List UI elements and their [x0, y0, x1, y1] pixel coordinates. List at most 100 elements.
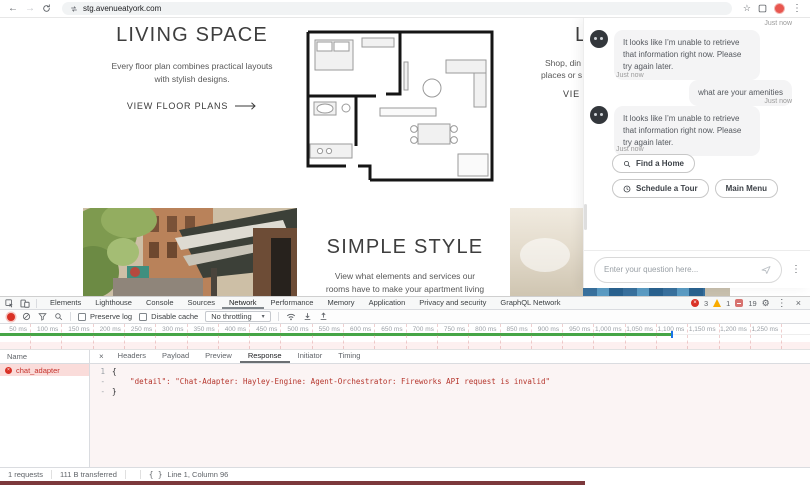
detail-tab-response[interactable]: Response — [240, 350, 290, 363]
right-section-link-fragment[interactable]: VIE — [563, 89, 580, 99]
detail-tab-initiator[interactable]: Initiator — [290, 350, 331, 363]
view-floor-plans-label: VIEW FLOOR PLANS — [127, 101, 228, 111]
import-har-icon[interactable] — [303, 312, 312, 321]
timeline-tick-label: 1,200 ms — [720, 326, 747, 333]
devtools-tab-memory[interactable]: Memory — [320, 297, 361, 309]
simple-style-section: SIMPLE STYLE View what elements and serv… — [298, 236, 512, 296]
find-a-home-button[interactable]: Find a Home — [612, 154, 695, 173]
timeline-tick-label: 550 ms — [319, 326, 340, 333]
browser-menu-icon[interactable]: ⋮ — [792, 4, 802, 14]
devtools-settings-icon[interactable]: ⚙ — [762, 299, 770, 308]
line-content: } — [112, 387, 117, 397]
detail-tab-preview[interactable]: Preview — [197, 350, 240, 363]
view-floor-plans-link[interactable]: VIEW FLOOR PLANS — [127, 101, 257, 111]
simple-style-title: SIMPLE STYLE — [298, 236, 512, 259]
timeline-tick-label: 100 ms — [37, 326, 58, 333]
throttling-select[interactable]: No throttling ▾ — [205, 311, 270, 322]
disable-cache-checkbox[interactable]: Disable cache — [139, 312, 198, 321]
disable-cache-label: Disable cache — [151, 312, 198, 321]
detail-tab-payload[interactable]: Payload — [154, 350, 197, 363]
response-line: 1{ — [90, 367, 810, 377]
timeline-gridline — [437, 324, 438, 349]
devtools-tab-lighthouse[interactable]: Lighthouse — [88, 297, 139, 309]
browser-toolbar: ← → stg.avenueatyork.com ☆ ⋮ — [0, 0, 810, 18]
chat-scrollbar[interactable] — [584, 204, 587, 230]
checkbox-box[interactable] — [139, 313, 147, 321]
chat-message-list[interactable]: Just now It looks like I’m unable to ret… — [584, 18, 810, 250]
timeline-gridline — [468, 324, 469, 349]
chat-timestamp: Just now — [764, 98, 792, 105]
chat-widget: Just now It looks like I’m unable to ret… — [583, 18, 810, 288]
reload-icon[interactable] — [42, 4, 51, 13]
site-info-icon[interactable] — [70, 5, 78, 13]
detail-tab-headers[interactable]: Headers — [110, 350, 154, 363]
request-error-icon: × — [5, 367, 12, 374]
timeline-gridline — [781, 324, 782, 349]
main-menu-button[interactable]: Main Menu — [715, 179, 778, 198]
issues-count: 19 — [748, 299, 756, 308]
console-errors-icon[interactable]: × — [691, 299, 699, 307]
devtools-close-icon[interactable]: × — [794, 298, 803, 308]
send-icon[interactable] — [760, 264, 772, 276]
filter-icon[interactable] — [38, 312, 47, 321]
export-har-icon[interactable] — [319, 312, 328, 321]
address-bar[interactable]: stg.avenueatyork.com — [62, 2, 732, 15]
chevron-down-icon: ▾ — [262, 313, 265, 320]
chat-timestamp: Just now — [616, 72, 644, 79]
devtools-tab-console[interactable]: Console — [139, 297, 181, 309]
line-number: 1 — [90, 367, 112, 377]
request-row-chat-adapter[interactable]: × chat_adapter — [0, 364, 89, 376]
bookmark-star-icon[interactable]: ☆ — [743, 4, 751, 13]
side-panel-icon[interactable] — [758, 4, 767, 13]
timeline-tick-label: 400 ms — [225, 326, 246, 333]
line-content: { — [112, 367, 117, 377]
issues-icon[interactable] — [735, 299, 743, 307]
detail-close-icon[interactable]: × — [93, 352, 110, 361]
living-body-line1: Every floor plan combines practical layo… — [111, 61, 272, 71]
device-toolbar-icon[interactable] — [20, 299, 30, 308]
devtools-tab-sources[interactable]: Sources — [181, 297, 223, 309]
line-content: "detail": "Chat-Adapter: Hayley-Engine: … — [112, 377, 550, 387]
timeline-tick-label: 150 ms — [68, 326, 89, 333]
timeline-tick-label: 500 ms — [287, 326, 308, 333]
devtools-menu-icon[interactable]: ⋮ — [775, 298, 789, 309]
url-text: stg.avenueatyork.com — [83, 4, 161, 13]
devtools-tab-network[interactable]: Network — [222, 297, 264, 309]
record-network-log-button[interactable] — [7, 313, 15, 321]
timeline-tick-label: 1,000 ms — [595, 326, 622, 333]
console-warnings-icon[interactable] — [713, 299, 721, 307]
simple-body-line1: View what elements and services our — [335, 271, 475, 281]
network-conditions-icon[interactable] — [286, 312, 296, 321]
timeline-tick-label: 200 ms — [100, 326, 121, 333]
devtools-tab-privacy-and-security[interactable]: Privacy and security — [412, 297, 493, 309]
chat-input[interactable] — [604, 265, 756, 274]
timeline-tick-label: 800 ms — [475, 326, 496, 333]
search-network-icon[interactable] — [54, 312, 63, 321]
request-count: 1 requests — [0, 470, 52, 479]
devtools-tab-performance[interactable]: Performance — [264, 297, 321, 309]
devtools-tab-application[interactable]: Application — [362, 297, 413, 309]
forward-icon[interactable]: → — [25, 4, 35, 14]
checkbox-box[interactable] — [78, 313, 86, 321]
simple-body-line2: rooms have to make your apartment living — [326, 284, 484, 294]
request-list: Name × chat_adapter — [0, 350, 90, 468]
chat-menu-icon[interactable]: ⋮ — [787, 264, 805, 275]
schedule-a-tour-button[interactable]: Schedule a Tour — [612, 179, 709, 198]
devtools-tab-elements[interactable]: Elements — [43, 297, 88, 309]
response-body[interactable]: 1{- "detail": "Chat-Adapter: Hayley-Engi… — [90, 364, 810, 468]
timeline-tick-label: 950 ms — [569, 326, 590, 333]
inspect-element-icon[interactable] — [5, 299, 14, 308]
request-name-header[interactable]: Name — [0, 350, 89, 364]
chat-timestamp: Just now — [764, 20, 792, 27]
line-number: - — [90, 377, 112, 387]
clear-network-log-icon[interactable] — [22, 312, 31, 321]
back-icon[interactable]: ← — [8, 4, 18, 14]
devtools-tab-graphql-network[interactable]: GraphQL Network — [493, 297, 567, 309]
profile-avatar[interactable] — [774, 3, 785, 14]
detail-tab-timing[interactable]: Timing — [330, 350, 368, 363]
devtools-status-badges: × 3 1 19 ⚙ ⋮ × — [691, 298, 810, 309]
format-icon[interactable]: { } — [149, 470, 163, 479]
living-space-section: LIVING SPACE Every floor plan combines p… — [83, 24, 301, 114]
network-overview[interactable]: 50 ms100 ms150 ms200 ms250 ms300 ms350 m… — [0, 324, 810, 350]
preserve-log-checkbox[interactable]: Preserve log — [78, 312, 132, 321]
